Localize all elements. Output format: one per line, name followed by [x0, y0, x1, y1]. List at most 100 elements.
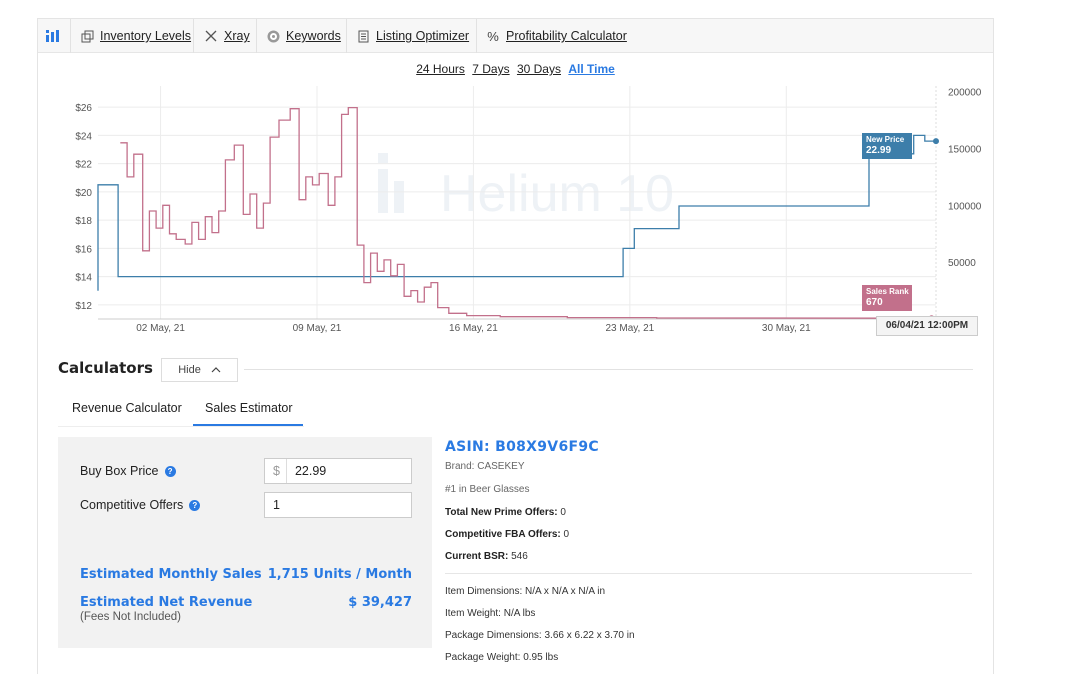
- watermark-logo-bar: [378, 169, 388, 213]
- chevron-up-icon: [211, 364, 221, 376]
- prime-offers-label: Total New Prime Offers:: [445, 507, 558, 518]
- y-left-tick-label: $24: [75, 131, 92, 142]
- package-dimensions: Package Dimensions: 3.66 x 6.22 x 3.70 i…: [445, 630, 635, 641]
- competitive-offers-label: Competitive Offers ?: [80, 498, 201, 512]
- callout-name: Sales Rank: [866, 287, 909, 296]
- bsr-label: Current BSR:: [445, 551, 509, 562]
- toolbar: Inventory Levels Xray Keywords Listing O…: [38, 19, 993, 53]
- tab-revenue-calculator[interactable]: Revenue Calculator: [72, 401, 182, 415]
- range-30-days[interactable]: 30 Days: [517, 62, 561, 76]
- buy-box-label: Buy Box Price ?: [80, 464, 176, 478]
- x-tick-label: 09 May, 21: [293, 323, 342, 334]
- hide-label: Hide: [178, 364, 201, 376]
- price-rank-chart: Helium 10 $12 $14 $16 $18 $20 $22 $24 $26 50000 10…: [38, 81, 993, 346]
- brand: Brand: CASEKEY: [445, 461, 525, 472]
- competitive-offers-label-text: Competitive Offers: [80, 498, 184, 512]
- calculators-title: Calculators: [58, 359, 153, 377]
- tool-listing-optimizer[interactable]: Listing Optimizer: [356, 19, 469, 53]
- help-icon[interactable]: ?: [189, 499, 201, 511]
- tab-baseline: [58, 426, 304, 427]
- watermark-logo-bar: [394, 181, 404, 213]
- y-right-tick-label: 150000: [948, 145, 982, 156]
- x-icon: [204, 29, 218, 43]
- document-icon: [356, 29, 370, 43]
- y-left-tick-label: $20: [75, 188, 92, 199]
- est-revenue-value: $ 39,427: [348, 595, 412, 610]
- bsr-value: 546: [511, 551, 528, 562]
- x-tick-label: 23 May, 21: [605, 323, 654, 334]
- section-divider: [244, 369, 973, 370]
- item-weight: Item Weight: N/A lbs: [445, 608, 536, 619]
- active-tab-indicator: [193, 424, 303, 426]
- asin-heading: ASIN: B08X9V6F9C: [445, 439, 599, 455]
- y-left-tick-label: $26: [75, 103, 92, 114]
- y-left-tick-label: $18: [75, 216, 92, 227]
- range-24-hours[interactable]: 24 Hours: [416, 62, 465, 76]
- toolbar-divider: [256, 19, 257, 53]
- box-icon: [80, 29, 94, 43]
- callout-value: 22.99: [866, 145, 891, 156]
- tool-label: Profitability Calculator: [506, 29, 627, 43]
- prime-offers: Total New Prime Offers: 0: [445, 507, 566, 518]
- watermark-logo-bar: [378, 153, 388, 163]
- tool-keywords[interactable]: Keywords: [266, 19, 341, 53]
- est-sales-value: 1,715 Units / Month: [267, 567, 412, 582]
- watermark-text: Helium 10: [440, 165, 674, 223]
- competitive-offers-input[interactable]: 1: [264, 492, 412, 518]
- bar-chart-icon[interactable]: [46, 29, 60, 47]
- est-sales-label: Estimated Monthly Sales: [80, 567, 262, 582]
- current-bsr: Current BSR: 546: [445, 551, 528, 562]
- y-left-tick-label: $16: [75, 244, 92, 255]
- item-dimensions: Item Dimensions: N/A x N/A x N/A in: [445, 586, 606, 597]
- range-all-time[interactable]: All Time: [568, 62, 614, 76]
- sales-estimator-box: Buy Box Price ? $ 22.99 Competitive Offe…: [58, 437, 432, 648]
- fba-offers-label: Competitive FBA Offers:: [445, 529, 561, 540]
- x-tick-label: 02 May, 21: [136, 323, 185, 334]
- helium10-panel: Inventory Levels Xray Keywords Listing O…: [37, 18, 994, 674]
- hide-button[interactable]: Hide: [161, 358, 238, 382]
- percent-icon: %: [487, 28, 499, 44]
- toolbar-divider: [70, 19, 71, 53]
- y-left-tick-label: $12: [75, 301, 92, 312]
- prime-offers-value: 0: [560, 507, 566, 518]
- toolbar-divider: [193, 19, 194, 53]
- price-endpoint: [933, 138, 939, 145]
- x-tick-label: 16 May, 21: [449, 323, 498, 334]
- fba-offers-value: 0: [563, 529, 570, 540]
- tool-label: Xray: [224, 29, 250, 43]
- x-tick-label: 30 May, 21: [762, 323, 811, 334]
- fba-offers: Competitive FBA Offers: 0: [445, 529, 569, 540]
- tool-label: Inventory Levels: [100, 29, 192, 43]
- target-icon: [266, 29, 280, 43]
- est-revenue-label: Estimated Net Revenue: [80, 595, 253, 610]
- currency-symbol: $: [265, 459, 287, 483]
- tool-label: Listing Optimizer: [376, 29, 470, 43]
- help-icon[interactable]: ?: [164, 465, 176, 477]
- tool-inventory-levels[interactable]: Inventory Levels: [80, 19, 191, 53]
- buy-box-label-text: Buy Box Price: [80, 464, 159, 478]
- category-rank: #1 in Beer Glasses: [445, 484, 530, 495]
- competitive-offers-value: 1: [273, 498, 280, 512]
- tab-sales-estimator[interactable]: Sales Estimator: [205, 401, 293, 415]
- tool-profitability-calculator[interactable]: % Profitability Calculator: [486, 19, 627, 53]
- y-right-tick-label: 100000: [948, 201, 982, 212]
- y-left-tick-label: $22: [75, 160, 92, 171]
- info-divider: [445, 573, 972, 574]
- toolbar-divider: [346, 19, 347, 53]
- tool-xray[interactable]: Xray: [204, 19, 250, 53]
- buy-box-price-value: 22.99: [294, 464, 327, 478]
- y-left-tick-label: $14: [75, 273, 92, 284]
- y-right-tick-label: 200000: [948, 88, 982, 99]
- buy-box-price-input[interactable]: $ 22.99: [264, 458, 412, 484]
- range-7-days[interactable]: 7 Days: [472, 62, 509, 76]
- fees-note: (Fees Not Included): [80, 611, 181, 623]
- package-weight: Package Weight: 0.95 lbs: [445, 652, 559, 663]
- toolbar-divider: [476, 19, 477, 53]
- callout-value: 670: [866, 297, 883, 308]
- time-range-selector: 24 Hours 7 Days 30 Days All Time: [38, 62, 993, 76]
- y-right-tick-label: 50000: [948, 258, 976, 269]
- date-stamp: 06/04/21 12:00PM: [876, 316, 978, 336]
- tool-label: Keywords: [286, 29, 341, 43]
- callout-name: New Price: [866, 135, 905, 144]
- chart-svg: Helium 10 $12 $14 $16 $18 $20 $22 $24 $26 50000 10…: [75, 86, 982, 334]
